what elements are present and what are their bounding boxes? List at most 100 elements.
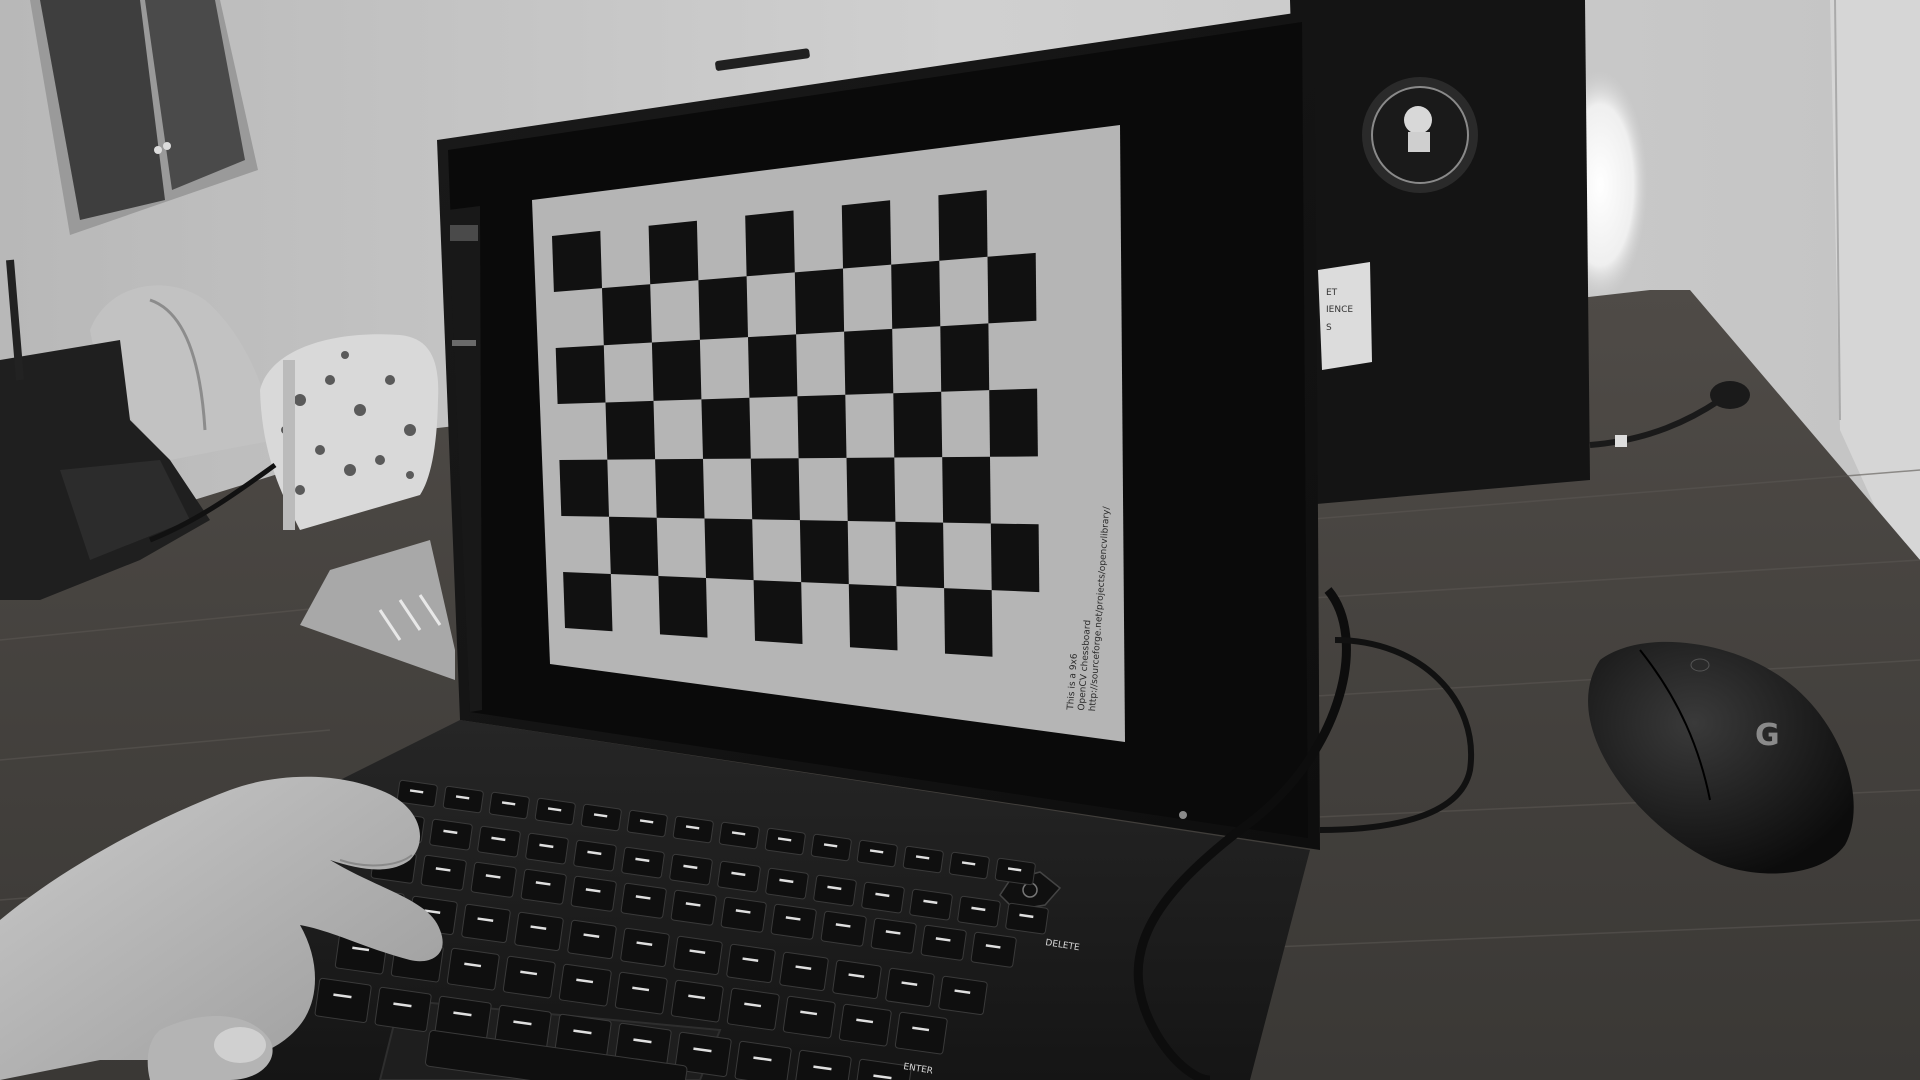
checker-square (846, 457, 896, 522)
key[interactable] (420, 854, 467, 891)
key[interactable] (770, 903, 817, 940)
key[interactable] (626, 809, 668, 838)
key[interactable] (580, 803, 622, 832)
key[interactable] (514, 911, 564, 952)
checker-square (753, 580, 803, 644)
key[interactable] (726, 987, 780, 1031)
key[interactable] (573, 839, 617, 872)
key[interactable] (567, 919, 617, 960)
key[interactable] (442, 785, 484, 814)
photo-scene: ET IENCE S This is a 9x6 OpenCV chessboa… (0, 0, 1920, 1080)
checker-square (651, 339, 702, 401)
checker-square (942, 456, 991, 524)
key[interactable] (520, 868, 567, 905)
key[interactable] (909, 888, 953, 921)
checker-square (799, 520, 849, 585)
checker-square (658, 576, 708, 638)
key[interactable] (734, 1040, 792, 1080)
key[interactable] (1005, 902, 1049, 935)
key[interactable] (948, 851, 990, 880)
key[interactable] (902, 845, 944, 874)
key[interactable] (779, 951, 829, 992)
key[interactable] (673, 935, 723, 976)
key[interactable] (570, 875, 617, 912)
key[interactable] (502, 955, 556, 999)
key[interactable] (669, 853, 713, 886)
checker-square (563, 572, 613, 632)
svg-text:IENCE: IENCE (1326, 305, 1353, 315)
back-monitor: ET IENCE S (1290, 0, 1590, 505)
key[interactable] (717, 860, 761, 893)
checker-square (893, 391, 943, 458)
key[interactable] (856, 839, 898, 868)
key[interactable] (718, 821, 760, 850)
checker-square (990, 523, 1040, 593)
key[interactable] (670, 979, 724, 1023)
key[interactable] (621, 846, 665, 879)
checker-square (704, 518, 754, 581)
key[interactable] (614, 971, 668, 1015)
key[interactable] (396, 779, 438, 808)
svg-text:ET: ET (1326, 288, 1338, 298)
scroll-wheel[interactable] (1690, 658, 1710, 672)
key[interactable] (534, 797, 576, 826)
key[interactable] (813, 874, 857, 907)
checker-square (552, 230, 602, 292)
checker-square (797, 394, 847, 459)
key[interactable] (938, 975, 988, 1016)
key[interactable] (894, 1011, 948, 1055)
key[interactable] (620, 882, 667, 919)
key[interactable] (374, 986, 432, 1032)
checker-square (938, 190, 988, 261)
key[interactable] (994, 857, 1036, 886)
key[interactable] (525, 832, 569, 865)
checker-square (605, 400, 656, 460)
checker-square (748, 334, 798, 398)
checker-square (602, 284, 652, 346)
checker-square (940, 323, 990, 392)
scene-svg: ET IENCE S This is a 9x6 OpenCV chessboa… (0, 0, 1920, 1080)
key[interactable] (461, 903, 511, 944)
checker-square (745, 210, 795, 277)
key[interactable] (620, 927, 670, 968)
key[interactable] (885, 967, 935, 1008)
checker-square (944, 588, 993, 657)
key[interactable] (820, 910, 867, 947)
checker-square (848, 584, 898, 651)
checker-square (891, 260, 941, 329)
key[interactable] (429, 818, 473, 851)
key[interactable] (957, 895, 1001, 928)
key[interactable] (970, 931, 1017, 968)
checker-square (989, 388, 1038, 457)
key[interactable] (861, 881, 905, 914)
mouse-logo-icon: G (1755, 718, 1780, 753)
key[interactable] (832, 959, 882, 1000)
key[interactable] (446, 947, 500, 991)
key[interactable] (726, 943, 776, 984)
key[interactable] (314, 977, 372, 1023)
checker-square (844, 328, 894, 395)
key[interactable] (920, 924, 967, 961)
key[interactable] (672, 815, 714, 844)
checker-square (648, 220, 699, 285)
checker-square (841, 200, 892, 269)
key[interactable] (782, 995, 836, 1039)
checker-square (701, 397, 751, 459)
key[interactable] (488, 791, 530, 820)
key[interactable] (838, 1003, 892, 1047)
key[interactable] (720, 896, 767, 933)
key[interactable] (670, 889, 717, 926)
key[interactable] (470, 861, 517, 898)
cable-plug (1710, 381, 1750, 409)
checker-square (895, 521, 945, 589)
key[interactable] (810, 833, 852, 862)
key[interactable] (870, 917, 917, 954)
checker-square (750, 458, 800, 521)
checker-square (555, 345, 606, 404)
key[interactable] (477, 825, 521, 858)
key[interactable] (765, 867, 809, 900)
key[interactable] (558, 963, 612, 1007)
key[interactable] (764, 827, 806, 856)
checker-square (559, 459, 609, 517)
checker-square (794, 268, 845, 335)
